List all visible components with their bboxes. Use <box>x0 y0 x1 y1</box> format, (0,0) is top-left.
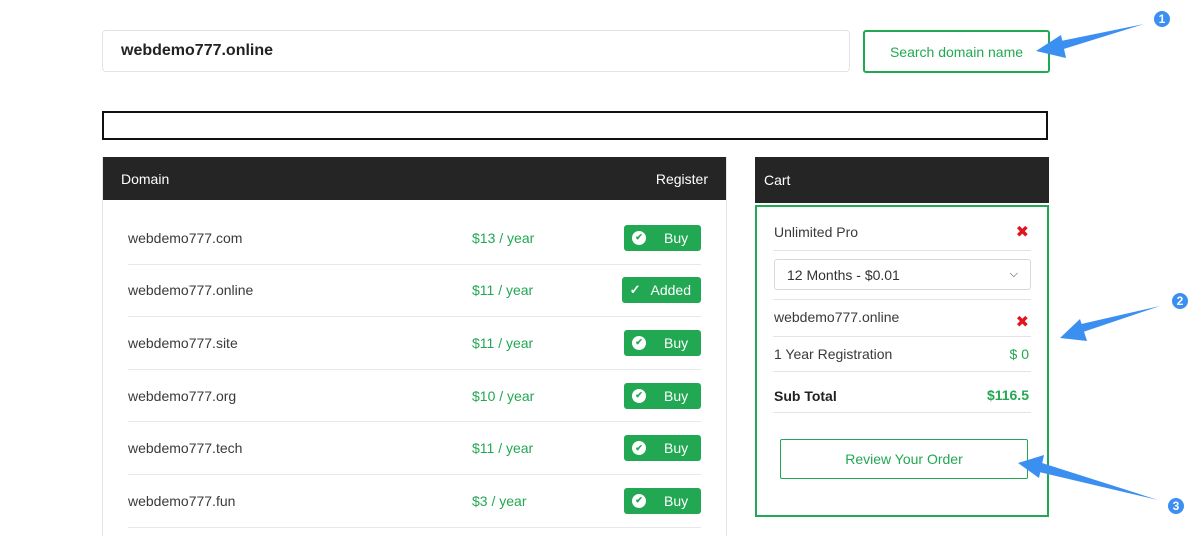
domain-price: $13 / year <box>472 229 535 246</box>
buy-button-label: Buy <box>664 334 689 351</box>
search-result-bar <box>102 111 1048 140</box>
domain-price: $11 / year <box>472 282 534 299</box>
check-circle-icon: ✔ <box>632 335 646 350</box>
domain-price: $11 / year <box>472 334 534 351</box>
buy-button[interactable]: ✔ Buy <box>624 435 701 462</box>
remove-x-icon[interactable]: ✖ <box>1016 222 1029 242</box>
domain-price: $3 / year <box>472 492 527 509</box>
svg-text:1: 1 <box>1159 12 1166 26</box>
buy-button[interactable]: ✔ Buy <box>624 487 701 514</box>
annotation-arrow-icon <box>1060 306 1160 341</box>
chevron-down-icon: ⌵ <box>1009 268 1018 280</box>
annotation-badge-1: 1 <box>1152 9 1172 29</box>
checkmark-icon: ✓ <box>629 282 641 298</box>
search-domain-button[interactable]: Search domain name <box>863 30 1050 73</box>
cart-panel: Unlimited Pro ✖ 12 Months - $0.01 ⌵ webd… <box>755 205 1049 517</box>
domain-row: webdemo777.com $13 / year ✔ Buy <box>128 212 701 265</box>
annotation-badge-3: 3 <box>1166 496 1186 516</box>
added-button-label: Added <box>650 282 691 299</box>
check-circle-icon: ✔ <box>632 493 646 508</box>
domain-row: webdemo777.online $11 / year ✓ Added <box>128 265 701 318</box>
domain-row: webdemo777.org $10 / year ✔ Buy <box>128 370 701 423</box>
cart-domain-name: webdemo777.online <box>774 309 900 325</box>
search-input[interactable] <box>102 30 850 72</box>
domain-name: webdemo777.fun <box>128 492 236 509</box>
cart-domain-row: webdemo777.online ✖ <box>773 299 1031 337</box>
plan-option: 12 Months - $0.01 <box>787 266 900 283</box>
review-order-button[interactable]: Review Your Order <box>780 439 1028 479</box>
annotation-arrow-icon <box>1036 24 1144 58</box>
cart-title: Cart <box>764 172 791 188</box>
domain-name: webdemo777.online <box>128 282 254 299</box>
header-register-label: Register <box>655 170 708 187</box>
subtotal-value: $116.5 <box>986 387 1029 403</box>
added-button[interactable]: ✓ Added <box>621 277 701 304</box>
buy-button-label: Buy <box>664 229 689 246</box>
domain-name: webdemo777.org <box>128 387 237 404</box>
domain-row: webdemo777.tech $11 / year ✔ Buy <box>128 422 701 475</box>
buy-button[interactable]: ✔ Buy <box>624 382 701 409</box>
check-circle-icon: ✔ <box>632 441 646 456</box>
buy-button-label: Buy <box>664 387 689 404</box>
check-circle-icon: ✔ <box>632 388 646 403</box>
domain-list: webdemo777.com $13 / year ✔ Buy webdemo7… <box>103 212 726 528</box>
domain-price: $11 / year <box>472 440 534 457</box>
plan-name: Unlimited Pro <box>774 224 859 240</box>
plan-duration-select[interactable]: 12 Months - $0.01 ⌵ <box>774 259 1031 290</box>
domain-results-table: Domain Register webdemo777.com $13 / yea… <box>102 157 727 536</box>
domain-row: webdemo777.fun $3 / year ✔ Buy <box>128 475 701 528</box>
domain-price: $10 / year <box>472 387 535 404</box>
buy-button[interactable]: ✔ Buy <box>624 329 701 356</box>
domain-name: webdemo777.com <box>128 229 243 246</box>
cart-subtotal-row: Sub Total $116.5 <box>773 372 1031 413</box>
domain-name: webdemo777.tech <box>128 440 243 457</box>
cart-plan-row: Unlimited Pro ✖ <box>773 217 1031 251</box>
buy-button[interactable]: ✔ Buy <box>624 224 701 251</box>
header-domain-label: Domain <box>121 170 170 187</box>
annotation-badge-2: 2 <box>1170 291 1190 311</box>
remove-x-icon[interactable]: ✖ <box>1016 312 1029 332</box>
registration-price: $ 0 <box>1009 346 1029 362</box>
domain-row: webdemo777.site $11 / year ✔ Buy <box>128 317 701 370</box>
check-circle-icon: ✔ <box>632 230 646 245</box>
domain-name: webdemo777.site <box>128 334 238 351</box>
cart-header: Cart <box>755 157 1049 203</box>
buy-button-label: Buy <box>664 440 689 457</box>
registration-label: 1 Year Registration <box>774 346 893 362</box>
svg-text:3: 3 <box>1173 499 1180 513</box>
subtotal-label: Sub Total <box>774 388 837 404</box>
domain-table-header: Domain Register <box>103 157 726 200</box>
buy-button-label: Buy <box>664 492 689 509</box>
svg-text:2: 2 <box>1177 294 1184 308</box>
cart-registration-row: 1 Year Registration $ 0 <box>773 337 1031 372</box>
